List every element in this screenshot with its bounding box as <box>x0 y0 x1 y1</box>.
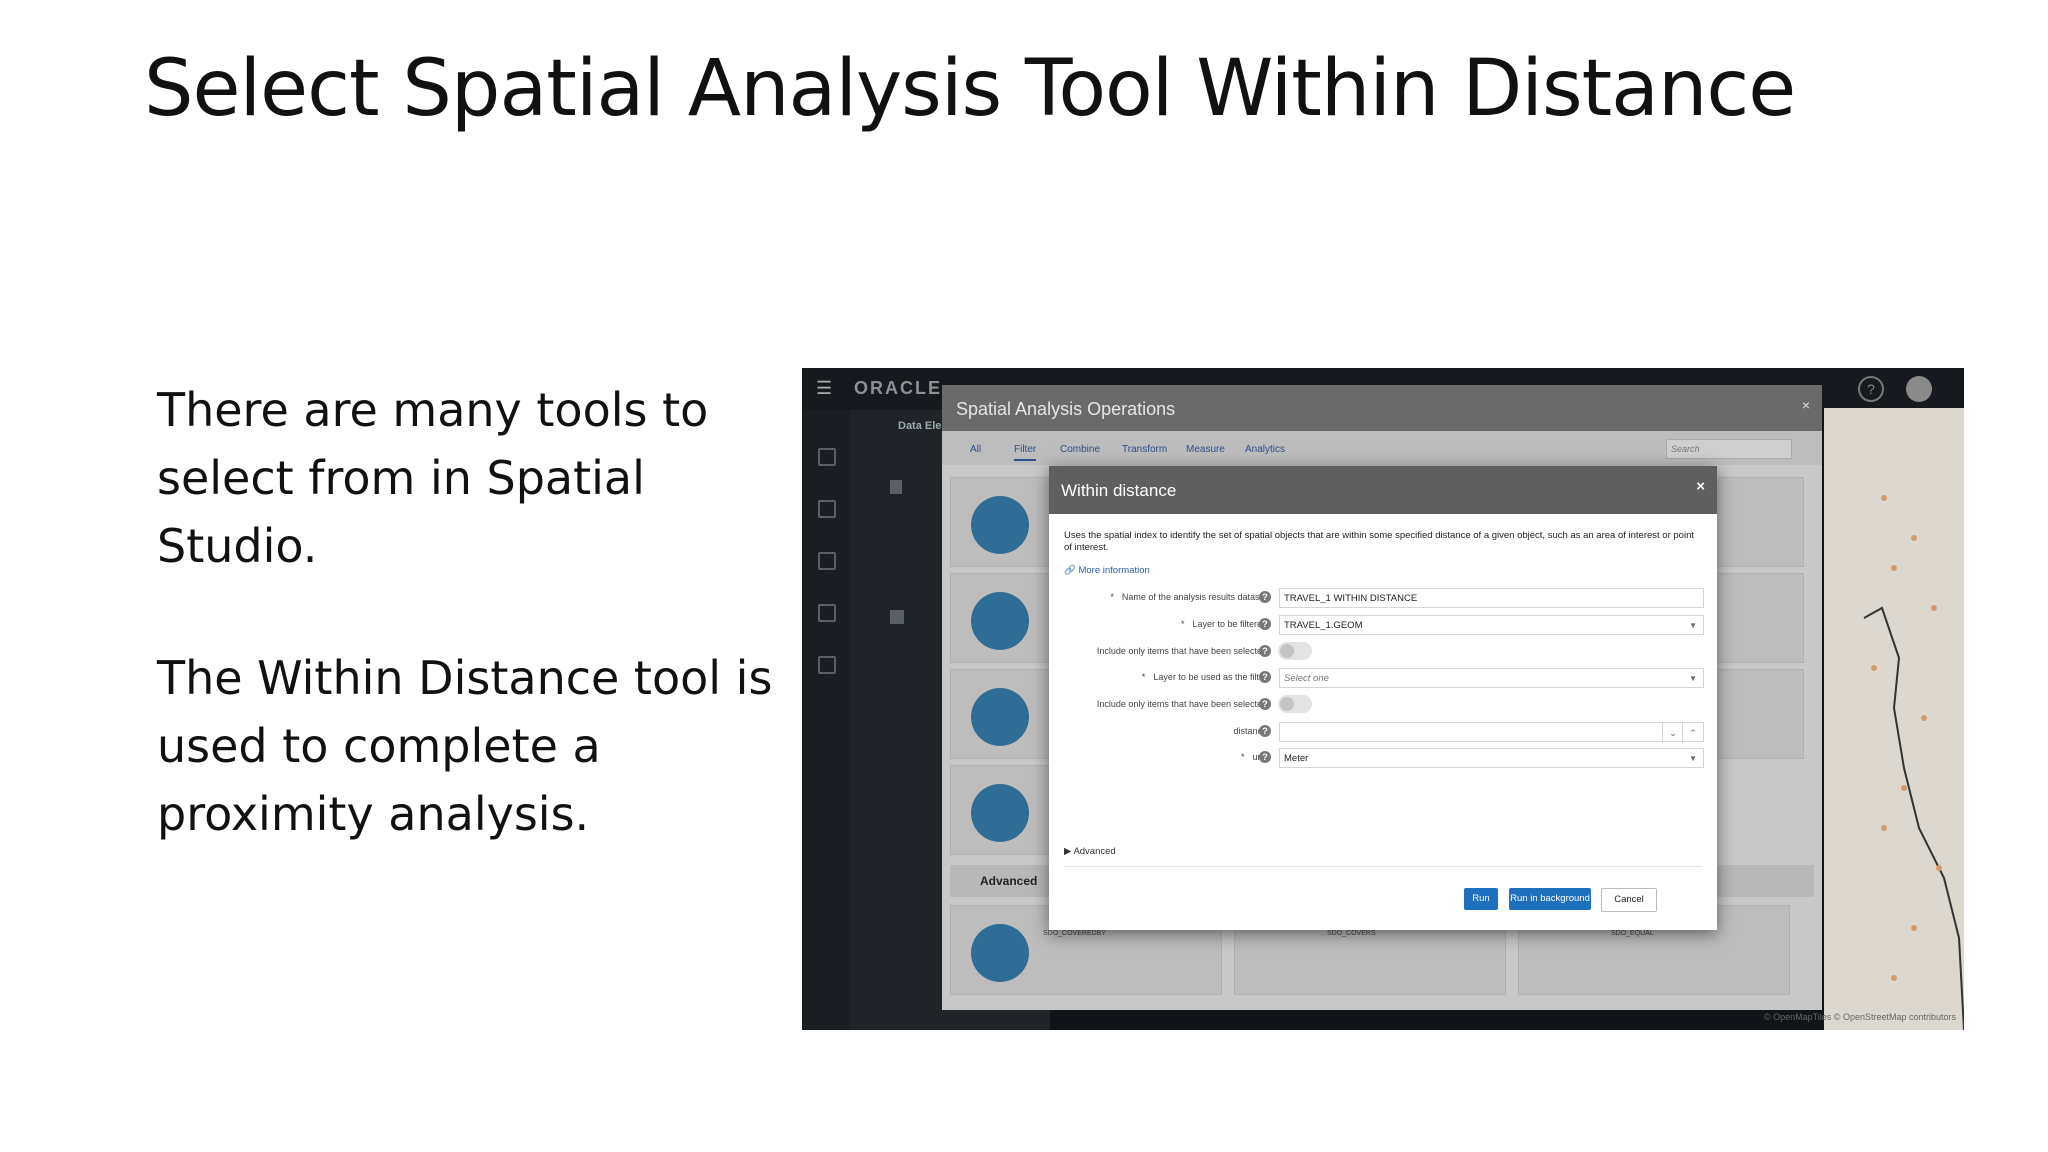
tab-transform[interactable]: Transform <box>1122 444 1167 455</box>
help-icon[interactable]: ? <box>1259 618 1271 630</box>
include-selected-label: Include only items that have been select… <box>1096 646 1267 656</box>
distance-input[interactable]: ⌄ ⌃ <box>1279 722 1704 743</box>
decrement-chevron-icon[interactable]: ⌄ <box>1662 723 1683 743</box>
results-name-label: * Name of the analysis results dataset <box>1110 592 1267 602</box>
results-name-input[interactable]: TRAVEL_1 WITHIN DISTANCE <box>1279 588 1704 608</box>
unit-select[interactable]: Meter ▼ <box>1279 748 1704 768</box>
advanced-expander-label: Advanced <box>1073 846 1116 857</box>
map-coastline-icon <box>1863 495 1964 1030</box>
dialog-header: Within distance × <box>1049 466 1717 514</box>
dialog-description: Uses the spatial index to identify the s… <box>1064 530 1694 553</box>
settings-icon[interactable] <box>818 656 836 674</box>
left-nav-rail <box>802 410 850 1030</box>
operations-window-title: Spatial Analysis Operations <box>956 399 1176 419</box>
slide-body: There are many tools to select from in S… <box>157 376 797 912</box>
dialog-close-icon[interactable]: × <box>1696 478 1705 495</box>
tool-icon <box>971 924 1029 982</box>
data-panel-title: Data Ele <box>898 420 942 432</box>
run-button[interactable]: Run <box>1464 888 1498 910</box>
card-code: SDO_COVEREDBY <box>1043 930 1107 937</box>
help-icon[interactable]: ? <box>1858 376 1884 402</box>
bullet-text-1: There are many tools to select from in S… <box>157 383 709 573</box>
bullet-text-2: The Within Distance tool is used to comp… <box>157 651 773 841</box>
oracle-logo: ORACLE <box>854 378 942 398</box>
user-avatar-icon[interactable] <box>1906 376 1932 402</box>
tab-combine[interactable]: Combine <box>1060 444 1100 455</box>
project-icon[interactable] <box>818 448 836 466</box>
help-icon[interactable]: ? <box>1259 725 1271 737</box>
tool-icon <box>971 688 1029 746</box>
link-icon: 🔗 <box>1064 565 1076 576</box>
chevron-down-icon: ▼ <box>1689 754 1697 763</box>
chevron-down-icon: ▼ <box>1689 621 1697 630</box>
caret-right-icon: ▶ <box>1064 846 1072 857</box>
increment-chevron-icon[interactable]: ⌃ <box>1682 723 1703 743</box>
operations-close-icon[interactable]: × <box>1802 397 1810 413</box>
dataset-icon[interactable] <box>818 500 836 518</box>
advanced-label: Advanced <box>980 874 1038 888</box>
operations-search-input[interactable]: Search <box>1666 439 1792 459</box>
card-code: SDO_EQUAL <box>1611 930 1654 937</box>
layer-filter-select[interactable]: Select one ▼ <box>1279 668 1704 688</box>
app-screenshot: ☰ ORACLE ? Data Ele © OpenMapTiles © Ope… <box>802 368 1964 1030</box>
card-code: SDO_COVERS <box>1327 930 1376 937</box>
data-tree-icon <box>890 480 904 624</box>
tab-measure[interactable]: Measure <box>1186 444 1225 455</box>
include-selected-toggle[interactable] <box>1278 642 1312 660</box>
hamburger-menu-icon[interactable]: ☰ <box>816 378 832 399</box>
help-icon[interactable]: ? <box>1259 671 1271 683</box>
chevron-down-icon: ▼ <box>1689 674 1697 683</box>
operations-window-header: Spatial Analysis Operations × <box>942 385 1822 431</box>
more-information-label: More information <box>1078 565 1150 576</box>
help-icon[interactable]: ? <box>1259 698 1271 710</box>
within-distance-dialog: Within distance × Uses the spatial index… <box>1049 466 1717 930</box>
help-icon[interactable]: ? <box>1259 591 1271 603</box>
tool-icon <box>971 592 1029 650</box>
cancel-button[interactable]: Cancel <box>1601 888 1657 912</box>
help-icon[interactable]: ? <box>1259 645 1271 657</box>
help-icon[interactable]: ? <box>1259 751 1271 763</box>
include-selected-label: Include only items that have been select… <box>1096 699 1267 709</box>
tool-icon <box>971 496 1029 554</box>
layer-filter-label: * Layer to be used as the filter <box>1141 672 1267 682</box>
tab-all[interactable]: All <box>970 444 981 455</box>
tab-analytics[interactable]: Analytics <box>1245 444 1285 455</box>
advanced-expander[interactable]: ▶ Advanced <box>1064 846 1116 857</box>
operations-tabs: All Filter Combine Transform Measure Ana… <box>942 431 1822 465</box>
run-in-background-button[interactable]: Run in background <box>1509 888 1591 910</box>
tab-filter[interactable]: Filter <box>1014 444 1037 461</box>
divider <box>1064 866 1702 867</box>
layer-filtered-label: * Layer to be filtered <box>1180 619 1267 629</box>
connection-icon[interactable] <box>818 552 836 570</box>
tool-icon <box>971 784 1029 842</box>
slide-title: Select Spatial Analysis Tool Within Dist… <box>144 44 1796 134</box>
dialog-title: Within distance <box>1061 481 1177 500</box>
map-attribution: © OpenMapTiles © OpenStreetMap contribut… <box>1763 1012 1956 1022</box>
more-information-link[interactable]: 🔗 More information <box>1064 565 1150 576</box>
include-selected-toggle[interactable] <box>1278 695 1312 713</box>
layer-filtered-select[interactable]: TRAVEL_1.GEOM ▼ <box>1279 615 1704 635</box>
jobs-icon[interactable] <box>818 604 836 622</box>
